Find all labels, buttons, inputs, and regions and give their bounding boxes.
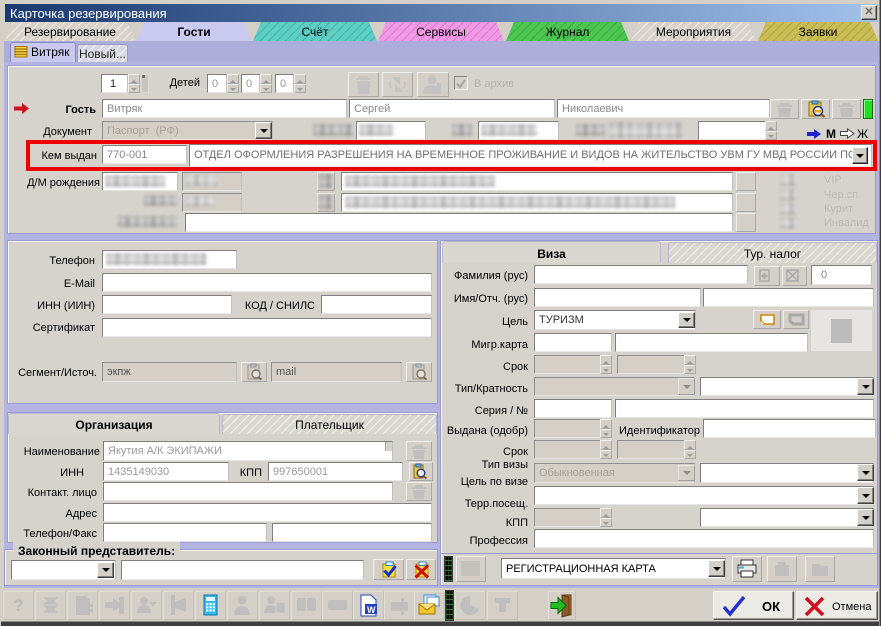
svg-text:W: W (367, 605, 376, 615)
